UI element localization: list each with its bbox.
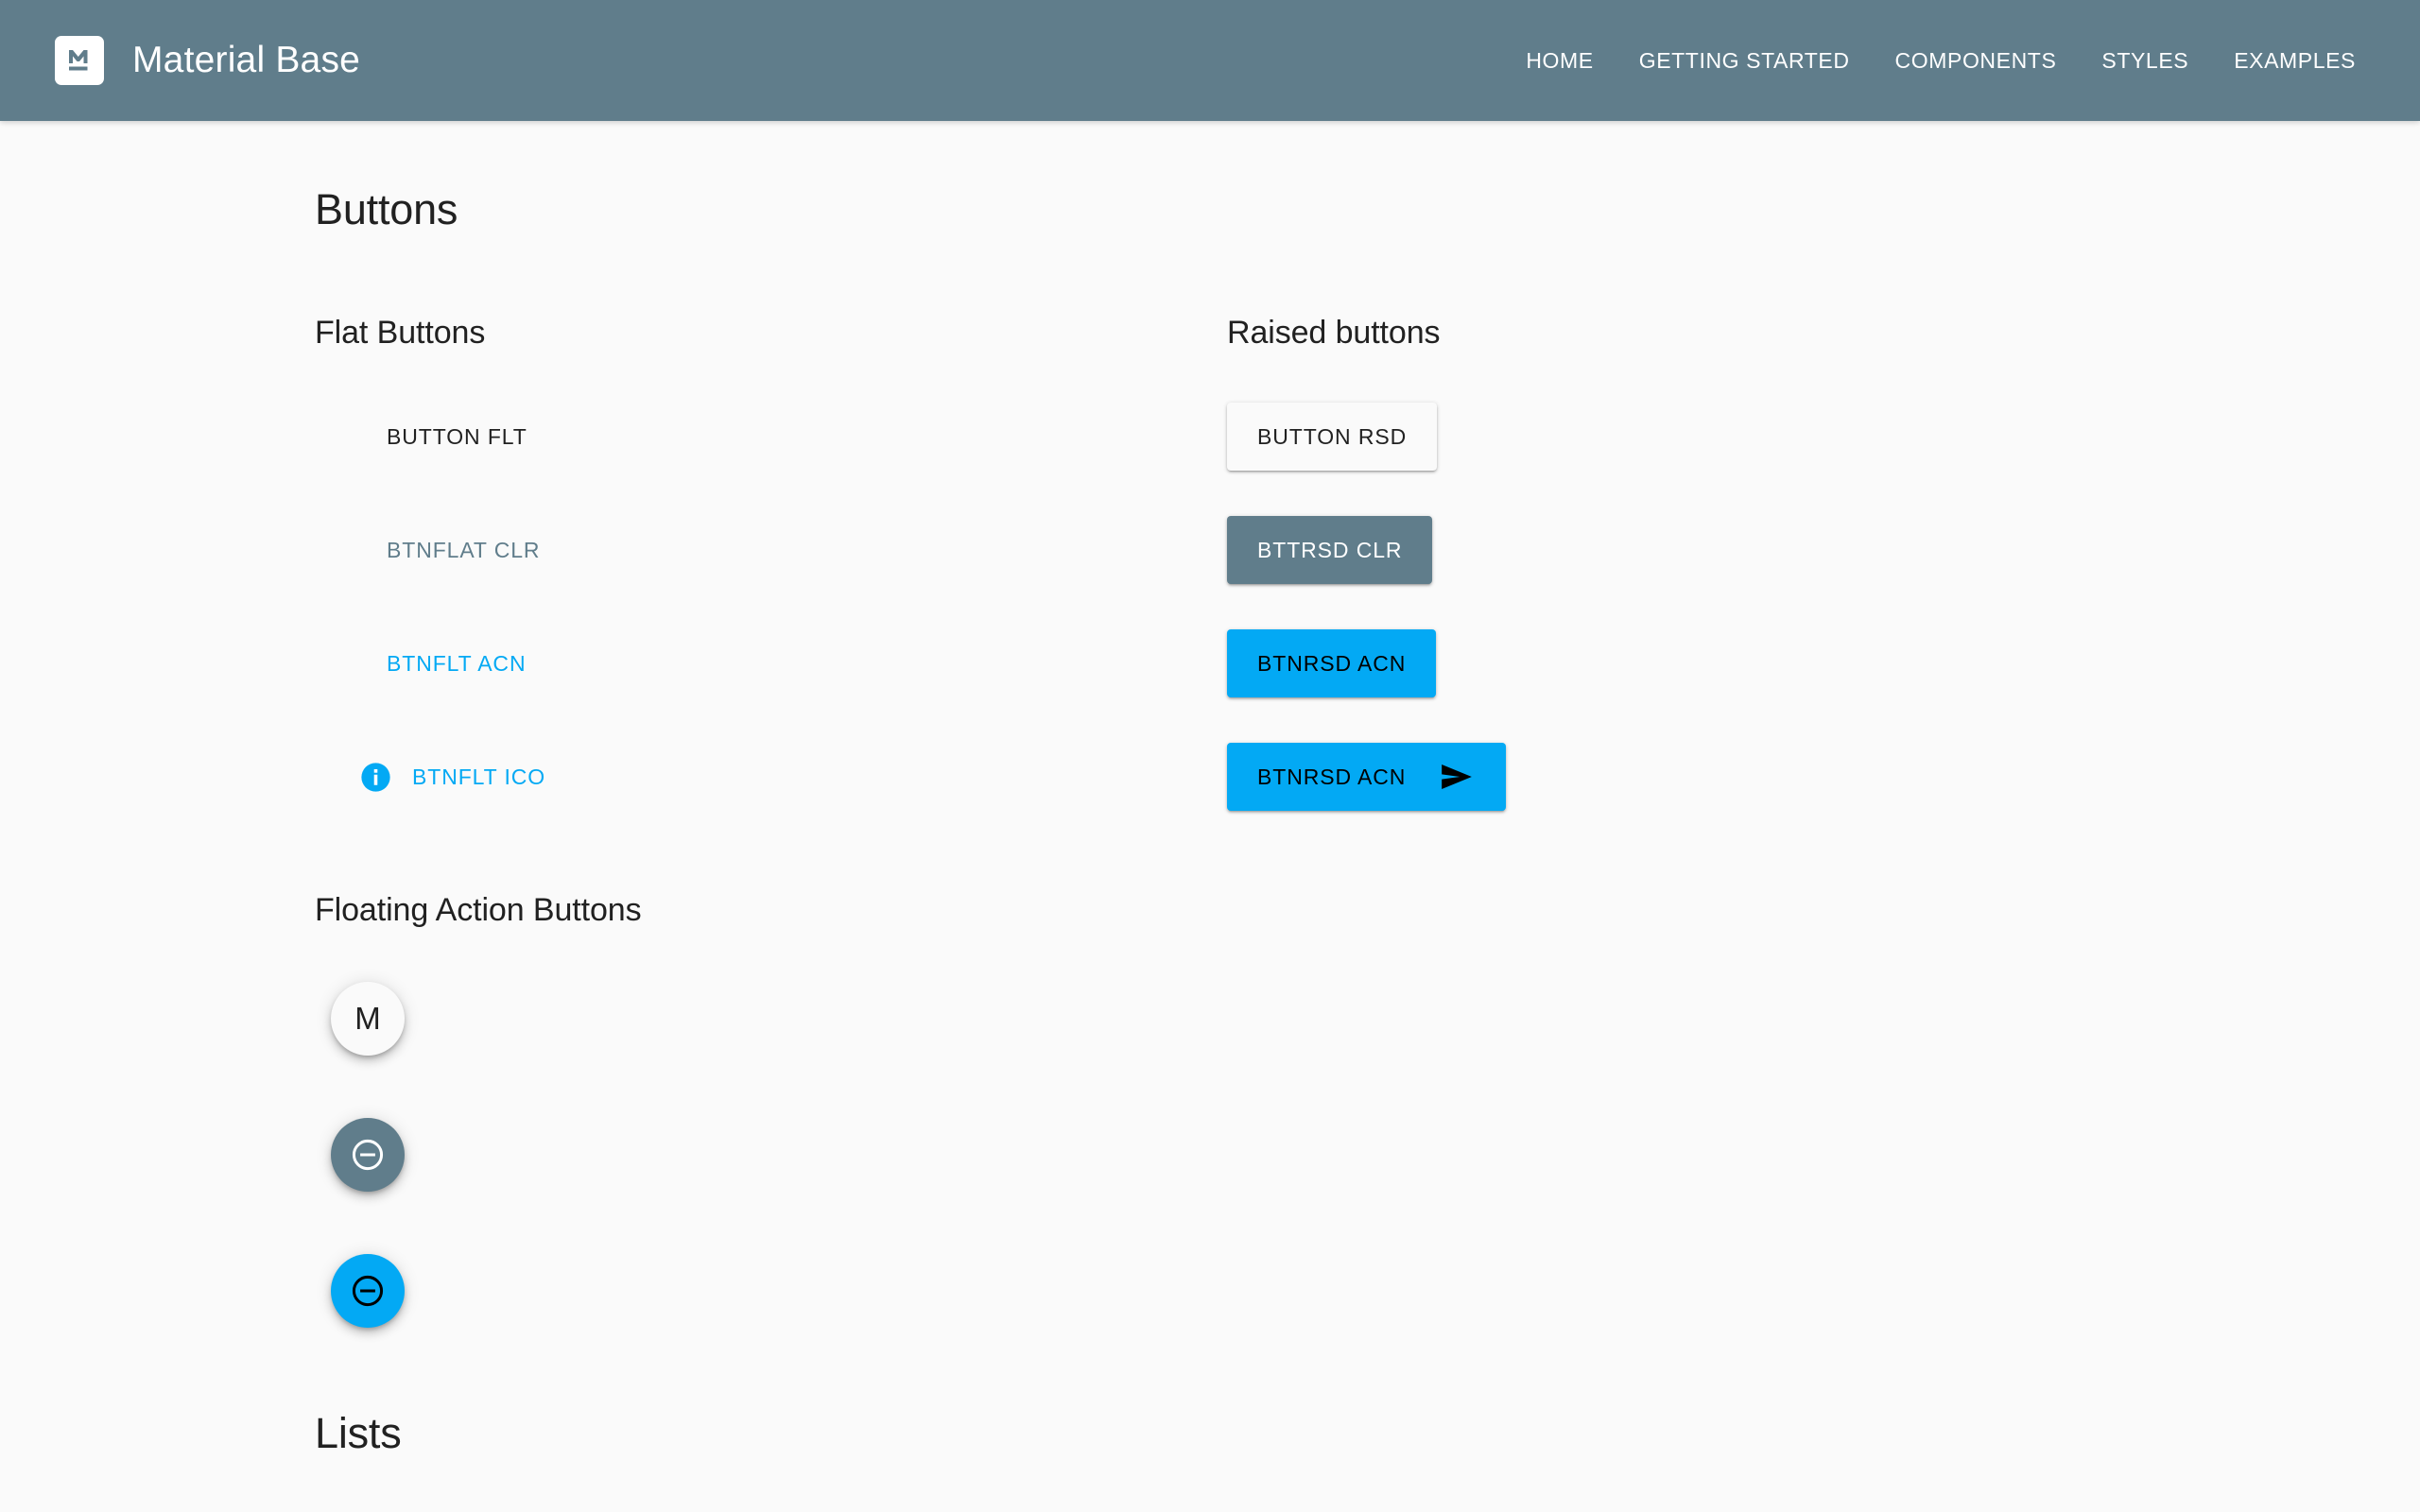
btnflt-acn[interactable]: BTNFLT ACN (362, 640, 550, 688)
flat-buttons-heading: Flat Buttons (315, 315, 486, 351)
button-rsd[interactable]: BUTTON RSD (1227, 403, 1438, 471)
btnflt-ico[interactable]: BTNFLT ICO (336, 748, 570, 806)
info-icon (361, 762, 390, 792)
raised-buttons-heading: Raised buttons (1227, 315, 1441, 351)
send-icon (1442, 765, 1473, 789)
fab-default[interactable]: M (331, 982, 405, 1056)
fab-heading: Floating Action Buttons (315, 892, 642, 928)
flat-button-row: BUTTON FLT (315, 403, 1227, 471)
flat-button-row: BTNFLT ACN (315, 629, 1227, 697)
page-content: Buttons Flat Buttons BUTTON FLT BTNFLAT … (0, 121, 2420, 1458)
btnrsd-acn[interactable]: BTNRSD ACN (1227, 629, 1437, 697)
buttons-columns: Flat Buttons BUTTON FLT BTNFLAT CLR BTNF… (0, 315, 2420, 811)
main-nav: HOME GETTING STARTED COMPONENTS STYLES E… (1503, 48, 2356, 74)
flat-buttons-stack: BUTTON FLT BTNFLAT CLR BTNFLT ACN BTNFLT… (315, 403, 1227, 811)
fab-color[interactable] (331, 1118, 405, 1192)
nav-link-home[interactable]: HOME (1503, 48, 1616, 74)
raised-button-row: BTTRSD CLR (1227, 516, 1889, 584)
btnrsd-acn-with-icon[interactable]: BTNRSD ACN (1227, 743, 1507, 811)
flat-button-row: BTNFLAT CLR (315, 516, 1227, 584)
flat-buttons-column: Flat Buttons BUTTON FLT BTNFLAT CLR BTNF… (315, 315, 1227, 811)
raised-button-row: BTNRSD ACN (1227, 629, 1889, 697)
raised-button-row: BUTTON RSD (1227, 403, 1889, 471)
nav-link-components[interactable]: COMPONENTS (1873, 48, 2080, 74)
flat-button-row: BTNFLT ICO (315, 743, 1227, 811)
btnflt-ico-label: BTNFLT ICO (412, 764, 546, 789)
bttrsd-clr[interactable]: BTTRSD CLR (1227, 516, 1433, 584)
fab-accent[interactable] (331, 1254, 405, 1328)
raised-buttons-stack: BUTTON RSD BTTRSD CLR BTNRSD ACN BTNRSD … (1227, 403, 1889, 811)
nav-link-examples[interactable]: EXAMPLES (2211, 48, 2356, 74)
app-bar: Material Base HOME GETTING STARTED COMPO… (0, 0, 2420, 121)
fab-stack: M (331, 982, 2420, 1328)
raised-buttons-column: Raised buttons BUTTON RSD BTTRSD CLR BTN… (1227, 315, 1889, 811)
button-flt[interactable]: BUTTON FLT (362, 413, 552, 461)
lists-title: Lists (315, 1409, 402, 1457)
nav-link-styles[interactable]: STYLES (2079, 48, 2211, 74)
remove-circle-outline-icon (352, 1139, 384, 1171)
fab-default-label: M (354, 1001, 381, 1036)
btnflat-clr[interactable]: BTNFLAT CLR (362, 526, 564, 575)
btnrsd-acn-icon-label: BTNRSD ACN (1257, 764, 1407, 789)
brand[interactable]: Material Base (55, 36, 360, 85)
page-title: Buttons (315, 185, 458, 233)
remove-circle-outline-icon (352, 1275, 384, 1307)
raised-button-row: BTNRSD ACN (1227, 743, 1889, 811)
nav-link-getting-started[interactable]: GETTING STARTED (1616, 48, 1873, 74)
app-title: Material Base (132, 40, 361, 80)
material-m-logo-icon (55, 36, 104, 85)
